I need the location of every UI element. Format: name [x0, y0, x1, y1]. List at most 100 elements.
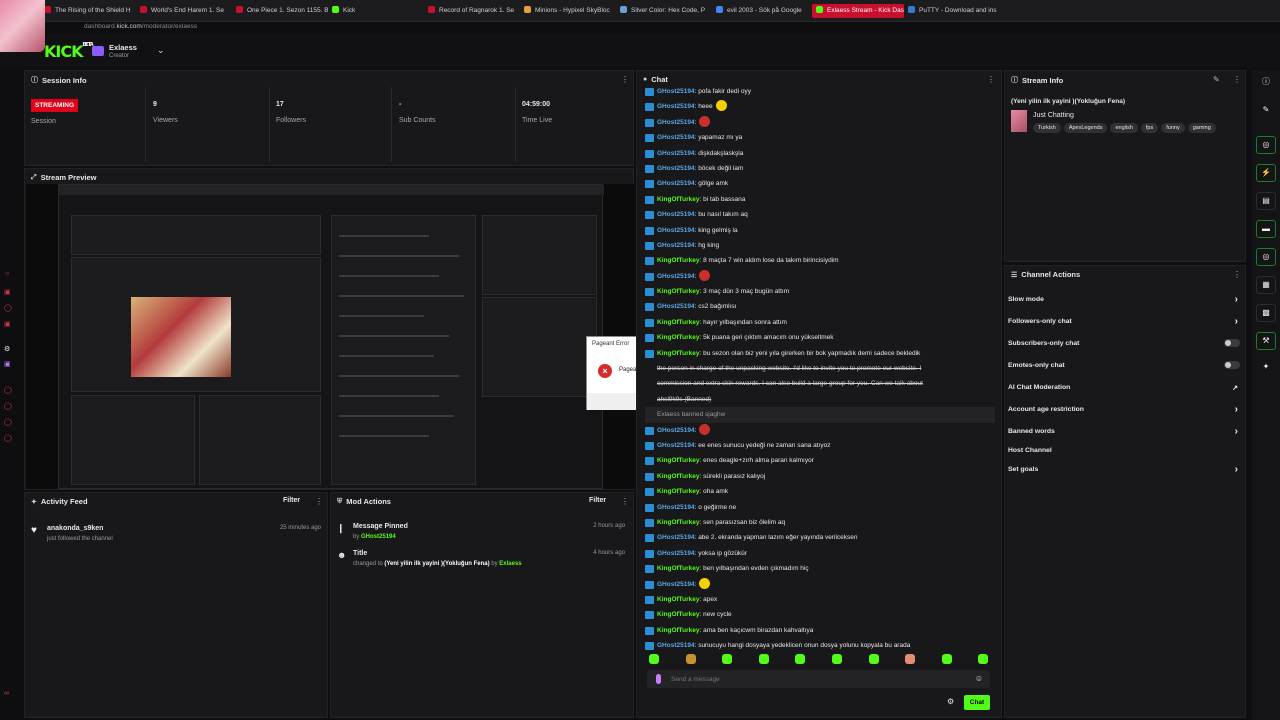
- side-icon-1[interactable]: ☼: [4, 270, 10, 277]
- chat-message[interactable]: GHost25194: yoksa ip gözükür: [645, 546, 995, 561]
- chat-message[interactable]: KingOfTurkey: oha amk: [645, 484, 995, 499]
- channel-action-item[interactable]: Host Channel: [1008, 447, 1240, 454]
- chat-message[interactable]: GHost25194: hg king: [645, 238, 995, 253]
- emote-icon[interactable]: [868, 654, 879, 664]
- more-options-icon[interactable]: ⋮: [621, 497, 629, 506]
- lightning-icon[interactable]: ⚡: [1256, 164, 1276, 182]
- settings-icon[interactable]: ⚙: [4, 345, 10, 353]
- follower-name[interactable]: anakonda_s9ken: [47, 525, 103, 532]
- edit-icon[interactable]: ✎: [1213, 75, 1220, 84]
- stream-tag[interactable]: Turkish: [1033, 123, 1061, 133]
- channel-action-item[interactable]: Set goals ›: [1008, 464, 1240, 475]
- stream-category[interactable]: Just Chatting: [1033, 112, 1074, 119]
- emote-icon[interactable]: [722, 654, 733, 664]
- chat-username[interactable]: GHost25194: [657, 134, 695, 141]
- more-options-icon[interactable]: ⋮: [987, 75, 995, 84]
- channel-action-item[interactable]: Account age restriction ›: [1008, 404, 1240, 415]
- chat-username[interactable]: GHost25194: [657, 119, 695, 126]
- chat-message[interactable]: KingOfTurkey: ben yılbaşından evden çıkm…: [645, 561, 995, 576]
- grid-icon[interactable]: ▩: [1256, 304, 1276, 322]
- chat-username[interactable]: GHost25194: [657, 534, 695, 541]
- chat-username[interactable]: KingOfTurkey: [657, 611, 700, 618]
- browser-tab[interactable]: Minions - Hypixel SkyBloc: [524, 4, 616, 18]
- chat-username[interactable]: GHost25194: [657, 227, 695, 234]
- chat-username[interactable]: GHost25194: [657, 504, 695, 511]
- chat-message[interactable]: GHost25194: böcek değil lam: [645, 161, 995, 176]
- chat-username[interactable]: GHost25194: [657, 550, 695, 557]
- broadcast-icon[interactable]: ◎: [1256, 248, 1276, 266]
- chat-message[interactable]: GHost25194:: [645, 115, 995, 130]
- chat-username[interactable]: GHost25194: [657, 103, 695, 110]
- chat-username[interactable]: KingOfTurkey: [657, 334, 700, 341]
- emote-icon[interactable]: [685, 654, 696, 664]
- chat-username[interactable]: KingOfTurkey: [657, 519, 700, 526]
- chat-username[interactable]: GHost25194: [657, 180, 695, 187]
- chat-message[interactable]: KingOfTurkey: hayır yılbaşından sonra at…: [645, 315, 995, 330]
- emote-icon[interactable]: [832, 654, 842, 664]
- chat-input[interactable]: [671, 672, 951, 686]
- clipboard-icon[interactable]: ▤: [1256, 192, 1276, 210]
- chat-username[interactable]: KingOfTurkey: [657, 288, 700, 295]
- chat-username[interactable]: KingOfTurkey: [657, 457, 700, 464]
- chat-send-button[interactable]: Chat: [964, 695, 990, 710]
- chat-message[interactable]: GHost25194: sunucuyu hangi dosyaya yedek…: [645, 638, 995, 653]
- stream-preview-video[interactable]: [26, 184, 634, 489]
- stream-tag[interactable]: fps: [1140, 123, 1159, 133]
- twitch-icon[interactable]: ▣: [4, 360, 11, 368]
- microphone-icon[interactable]: [656, 674, 661, 684]
- side-icon-4[interactable]: ▣: [4, 320, 11, 328]
- chevron-right-icon[interactable]: ›: [1235, 404, 1238, 415]
- emote-icon[interactable]: [941, 654, 952, 664]
- chat-message[interactable]: GHost25194: dişkdakşlaskşla: [645, 146, 995, 161]
- side-icon-3[interactable]: ◯: [4, 304, 12, 312]
- chat-username[interactable]: KingOfTurkey: [657, 488, 700, 495]
- chat-message[interactable]: GHost25194: gölge amk: [645, 176, 995, 191]
- channel-action-item[interactable]: Slow mode ›: [1008, 294, 1240, 305]
- chat-message[interactable]: GHost25194: abe 2. ekranda yapman lazım …: [645, 530, 995, 545]
- side-icon-6[interactable]: ◯: [4, 402, 12, 410]
- chat-username[interactable]: GHost25194: [657, 642, 695, 649]
- chat-username[interactable]: KingOfTurkey: [657, 319, 700, 326]
- mod-user[interactable]: Exlaess: [499, 561, 521, 567]
- chat-message[interactable]: ahsl9k9s (Banned): [645, 392, 995, 407]
- browser-tab[interactable]: evil 2003 - Sök på Google: [716, 4, 808, 18]
- activity-filter-button[interactable]: Filter: [283, 497, 300, 504]
- chat-message[interactable]: the person in charge of the unpacking we…: [645, 361, 995, 376]
- wrench-icon[interactable]: ⚒: [1256, 332, 1276, 350]
- more-options-icon[interactable]: ⋮: [1233, 75, 1241, 84]
- chat-message[interactable]: KingOfTurkey: bu sezon olan biz yeni yıl…: [645, 346, 995, 361]
- stream-tag[interactable]: funny: [1161, 123, 1185, 133]
- chat-username[interactable]: GHost25194: [657, 165, 695, 172]
- chat-message[interactable]: GHost25194: heee: [645, 99, 995, 114]
- chat-username[interactable]: GHost25194: [657, 581, 695, 588]
- browser-tab[interactable]: PuTTY - Download and ins: [908, 4, 1000, 18]
- emoji-icon[interactable]: ☺: [975, 674, 983, 683]
- chat-settings-icon[interactable]: ⚙: [947, 697, 954, 706]
- browser-tab[interactable]: World's End Harem 1. Se: [140, 4, 232, 18]
- chat-message[interactable]: KingOfTurkey: apex: [645, 592, 995, 607]
- browser-tab[interactable]: The Rising of the Shield H: [44, 4, 136, 18]
- chat-message[interactable]: KingOfTurkey: 8 maçta 7 win aldım lose d…: [645, 253, 995, 268]
- chevron-right-icon[interactable]: ›: [1235, 316, 1238, 327]
- chat-username[interactable]: GHost25194: [657, 427, 695, 434]
- channel-action-item[interactable]: Emotes-only chat: [1008, 361, 1240, 369]
- chat-message[interactable]: GHost25194:: [645, 269, 995, 284]
- channel-action-item[interactable]: Subscribers-only chat: [1008, 339, 1240, 347]
- chat-input-box[interactable]: ☺: [647, 670, 990, 688]
- stream-tag[interactable]: gaming: [1187, 123, 1216, 133]
- chat-message[interactable]: KingOfTurkey: 3 maç dün 3 maç bugün attı…: [645, 284, 995, 299]
- channel-action-item[interactable]: AI Chat Moderation ↗: [1008, 384, 1240, 392]
- chat-message[interactable]: GHost25194: o geğirme ne: [645, 500, 995, 515]
- stream-tag[interactable]: english: [1110, 123, 1138, 133]
- emote-icon[interactable]: [758, 654, 769, 664]
- edit-icon[interactable]: ✎: [1256, 102, 1276, 120]
- chat-message[interactable]: KingOfTurkey: ama ben kaçıcwm birazdan k…: [645, 623, 995, 638]
- chat-message[interactable]: GHost25194: yapamaz mı ya: [645, 130, 995, 145]
- side-icon-bottom[interactable]: ∞: [4, 690, 9, 697]
- url-text[interactable]: dashboard.kick.com/moderator/exlaess: [84, 23, 197, 30]
- calendar-icon[interactable]: ▦: [1256, 276, 1276, 294]
- side-icon-5[interactable]: ◯: [4, 386, 12, 394]
- chat-username[interactable]: KingOfTurkey: [657, 257, 700, 264]
- more-options-icon[interactable]: ⋮: [1233, 270, 1241, 279]
- chat-username[interactable]: KingOfTurkey: [657, 473, 700, 480]
